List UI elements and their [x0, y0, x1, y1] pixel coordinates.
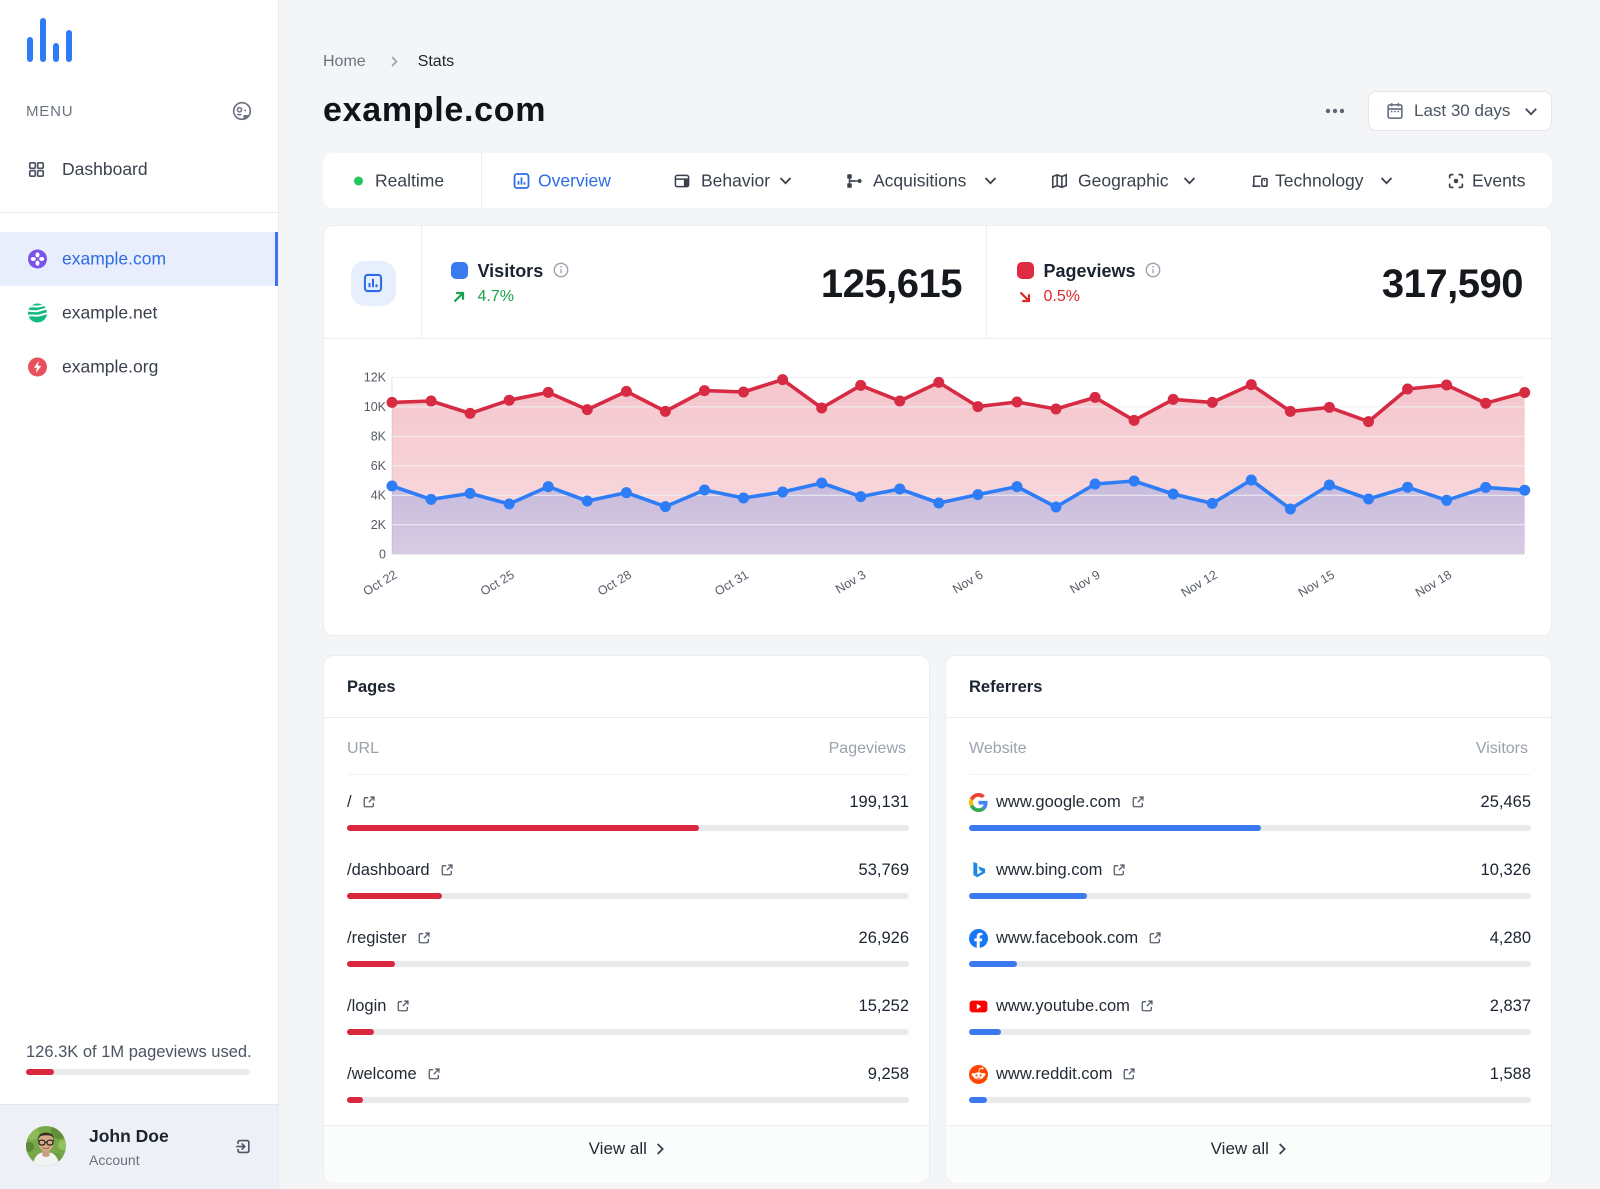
svg-text:4K: 4K — [371, 489, 387, 503]
svg-text:Oct 31: Oct 31 — [712, 568, 751, 599]
svg-text:8K: 8K — [371, 430, 387, 444]
svg-text:Nov 12: Nov 12 — [1179, 568, 1220, 600]
svg-text:Nov 6: Nov 6 — [950, 568, 985, 597]
svg-text:Nov 18: Nov 18 — [1413, 568, 1454, 600]
svg-text:Nov 15: Nov 15 — [1296, 568, 1337, 600]
svg-text:2K: 2K — [371, 518, 387, 532]
svg-text:0: 0 — [379, 548, 386, 562]
svg-text:Oct 25: Oct 25 — [478, 568, 517, 599]
svg-text:Nov 9: Nov 9 — [1067, 568, 1102, 597]
svg-text:Oct 28: Oct 28 — [595, 568, 634, 599]
svg-text:10K: 10K — [364, 400, 387, 414]
svg-text:6K: 6K — [371, 459, 387, 473]
svg-text:12K: 12K — [364, 371, 387, 385]
svg-text:Nov 3: Nov 3 — [833, 568, 868, 597]
svg-text:Oct 22: Oct 22 — [361, 568, 400, 599]
